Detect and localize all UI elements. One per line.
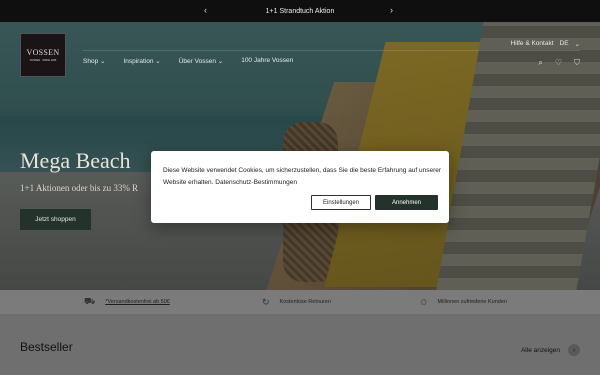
cookie-message: Diese Website verwendet Cookies, um sich…	[163, 165, 443, 189]
return-icon: ↻	[262, 296, 270, 307]
announcement-next-arrow[interactable]: ›	[390, 5, 393, 15]
logo-tagline: VOSSEN · SINCE 1925	[29, 59, 57, 62]
nav-item-label: Shop	[83, 58, 99, 65]
nav-item-label: 100 Jahre Vossen	[241, 57, 294, 64]
nav-divider	[83, 50, 580, 51]
hero-subline: 1+1 Aktionen oder bis zu 33% R	[20, 183, 139, 193]
bestseller-section: Bestseller Alle anzeigen ›	[0, 314, 600, 375]
cart-icon[interactable]: ⛉	[574, 58, 580, 68]
header-icons: ⌕ ♡ ⛉	[538, 58, 580, 68]
language-selector[interactable]: DE	[560, 40, 569, 48]
usp-item: ⛟ *Versandkostenfrei ab 50€	[84, 296, 170, 308]
brand-logo[interactable]: VOSSEN VOSSEN · SINCE 1925	[20, 33, 66, 77]
usp-bar: ⛟ *Versandkostenfrei ab 50€ ↻ Kostenlose…	[0, 290, 600, 314]
privacy-policy-link[interactable]: Datenschutz-Bestimmungen	[215, 179, 297, 186]
main-nav: Shop ⌄ Inspiration ⌄ Über Vossen ⌄ 100 J…	[83, 57, 293, 65]
shop-now-button[interactable]: Jetzt shoppen	[20, 209, 91, 230]
usp-returns-text: Kostenlose Retouren	[279, 299, 331, 305]
help-contact-link[interactable]: Hilfe & Kontakt	[511, 40, 554, 48]
usp-shipping-link[interactable]: *Versandkostenfrei ab 50€	[105, 299, 170, 305]
utility-nav: Hilfe & Kontakt DE ⌄	[511, 40, 580, 48]
cookie-dialog: Diese Website verwendet Cookies, um sich…	[151, 151, 449, 223]
announcement-bar: ‹ 1+1 Strandtuch Aktion ›	[0, 0, 600, 22]
announcement-text[interactable]: 1+1 Strandtuch Aktion	[266, 8, 335, 15]
cookie-accept-button[interactable]: Annehmen	[375, 195, 438, 210]
chevron-down-icon: ⌄	[217, 58, 224, 65]
nav-item-100-jahre[interactable]: 100 Jahre Vossen	[241, 57, 293, 65]
nav-item-shop[interactable]: Shop ⌄	[83, 57, 105, 65]
star-icon: ✩	[420, 296, 428, 307]
announcement-prev-arrow[interactable]: ‹	[204, 5, 207, 15]
truck-icon: ⛟	[84, 296, 96, 306]
cookie-message-text: Diese Website verwendet Cookies, um sich…	[163, 167, 442, 186]
chevron-down-icon: ⌄	[155, 58, 161, 65]
usp-customers-text: Millionen zufriedene Kunden	[437, 299, 507, 305]
nav-item-label: Über Vossen	[178, 58, 216, 65]
wishlist-icon[interactable]: ♡	[555, 58, 562, 68]
chevron-down-icon: ⌄	[100, 58, 106, 65]
nav-item-ueber-vossen[interactable]: Über Vossen ⌄	[179, 57, 223, 65]
nav-item-inspiration[interactable]: Inspiration ⌄	[123, 57, 160, 65]
usp-item: ✩ Millionen zufriedene Kunden	[420, 297, 507, 308]
chevron-down-icon[interactable]: ⌄	[575, 40, 580, 48]
search-icon[interactable]: ⌕	[538, 58, 542, 68]
usp-item: ↻ Kostenlose Retouren	[262, 297, 331, 308]
logo-text: VOSSEN	[26, 48, 60, 57]
cookie-settings-button[interactable]: Einstellungen	[311, 195, 371, 210]
show-all-link[interactable]: Alle anzeigen ›	[521, 344, 580, 356]
nav-item-label: Inspiration	[123, 58, 154, 65]
bestseller-title: Bestseller	[20, 340, 73, 354]
chevron-right-icon: ›	[568, 344, 580, 356]
hero-headline: Mega Beach	[20, 148, 131, 173]
show-all-label: Alle anzeigen	[520, 346, 560, 354]
